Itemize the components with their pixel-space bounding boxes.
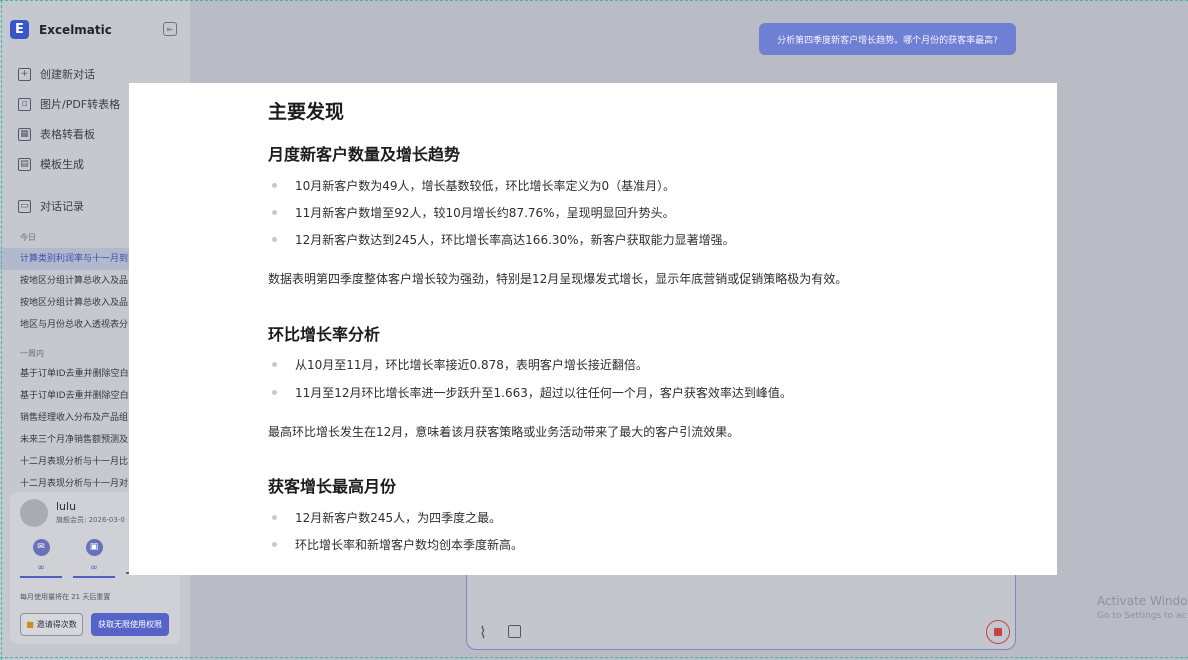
findings-modal: 主要发现 月度新客户数量及增长趋势 10月新客户数为49人，增长基数较低，环比增… [129,83,1057,575]
section-label-today: 今日 [20,233,36,242]
new-chat-button[interactable]: + 创建新对话 [18,59,120,89]
image-icon: ▣ [85,539,103,556]
menu-label: 创建新对话 [40,68,95,81]
section-paragraph: 数据表明第四季度整体客户增长较为强劲，特别是12月呈现爆发式增长，显示年底营销或… [268,272,848,286]
username: lulu [56,500,77,513]
bullet-text: 10月新客户数为49人，增长基数较低，环比增长率定义为0（基准月）。 [295,179,676,193]
invite-button[interactable]: ■ 邀请得次数 [20,613,83,636]
history-list-today: 计算类别利润率与十一月到 按地区分组计算总收入及品 按地区分组计算总收入及品 地… [0,248,130,336]
stop-generation-button[interactable] [986,620,1010,644]
bullet-text: 环比增长率和新增客户数均创本季度新高。 [295,538,524,552]
selection-border [1,0,2,660]
selection-border [0,0,1188,1]
history-item[interactable]: 基于订单ID去重并删除空白 [0,363,130,385]
bullet-dot [272,390,277,395]
sidebar-menu: + 创建新对话 ▫ 图片/PDF转表格 ▦ 表格转看板 ▤ 模板生成 [18,59,120,179]
table-to-dashboard-button[interactable]: ▦ 表格转看板 [18,119,120,149]
section-heading: 月度新客户数量及增长趋势 [268,145,461,164]
bullet-dot [272,183,277,188]
findings-title: 主要发现 [268,101,345,123]
bullet-dot [272,515,277,520]
section-heading: 获客增长最高月份 [268,477,397,496]
quota-bar [73,576,115,578]
selection-border [0,657,1188,658]
watermark-line: Go to Settings to ac [1097,611,1187,621]
bullet-dot [272,542,277,547]
activation-watermark: Activate Windo Go to Settings to ac [1097,594,1188,621]
history-title: ▭ 对话记录 [18,198,84,214]
history-item[interactable]: 按地区分组计算总收入及品 [0,292,130,314]
app-logo-icon: E [10,20,29,39]
finding-bullet: 11月新客户数增至92人，较10月增长约87.76%，呈现明显回升势头。 [268,204,675,221]
finding-bullet: 12月新客户数达到245人，环比增长率高达166.30%，新客户获取能力显著增强… [268,231,735,248]
image-pdf-to-table-button[interactable]: ▫ 图片/PDF转表格 [18,89,120,119]
membership-text: 旗舰会员: 2026-03-0 [56,516,125,524]
finding-bullet: 环比增长率和新增客户数均创本季度新高。 [268,536,523,553]
app-name: Excelmatic [39,22,112,37]
finding-bullet: 从10月至11月，环比增长率接近0.878，表明客户增长接近翻倍。 [268,356,648,373]
history-item[interactable]: 地区与月份总收入透视表分 [0,314,130,336]
finding-bullet: 12月新客户数245人，为四季度之最。 [268,509,501,526]
watermark-line: Activate Windo [1097,594,1188,608]
avatar[interactable] [20,499,48,527]
paperclip-icon[interactable]: ⌇ [479,623,487,642]
history-item[interactable]: 未来三个月净销售额预测及 [0,429,130,451]
quota-bar [20,576,62,578]
section-paragraph: 最高环比增长发生在12月，意味着该月获客策略或业务活动带来了最大的客户引流效果。 [268,425,740,439]
bullet-text: 11月新客户数增至92人，较10月增长约87.76%，呈现明显回升势头。 [295,206,675,220]
bullet-dot [272,362,277,367]
quota-image: ▣ ∞ [73,539,115,578]
bullet-text: 12月新客户数达到245人，环比增长率高达166.30%，新客户获取能力显著增强… [295,233,735,247]
menu-label: 模板生成 [40,158,84,171]
image-icon: ▫ [18,97,31,111]
bullet-text: 11月至12月环比增长率进一步跃升至1.663，超过以往任何一个月，客户获客效率… [295,386,792,400]
invite-label: 邀请得次数 [36,620,77,629]
collapse-sidebar-icon[interactable]: ⇤ [163,22,177,36]
menu-label: 表格转看板 [40,128,95,141]
get-unlimited-button[interactable]: 获取无限使用权限 [91,613,169,636]
history-icon: ▭ [18,199,31,213]
plus-square-icon: + [18,67,31,81]
user-message-bubble: 分析第四季度新客户增长趋势。哪个月份的获客率最高? [759,23,1016,55]
quota-value: ∞ [37,563,45,573]
section-heading: 环比增长率分析 [268,325,381,344]
brand[interactable]: E Excelmatic [10,20,112,39]
dashboard-icon: ▦ [18,127,31,141]
quota-chat: ✉ ∞ [20,539,62,578]
menu-label: 图片/PDF转表格 [40,98,121,111]
renew-text: 每月使用量将在 21 天后重置 [20,593,111,601]
bullet-text: 从10月至11月，环比增长率接近0.878，表明客户增长接近翻倍。 [295,358,648,372]
bullet-dot [272,237,277,242]
stop-icon [994,628,1002,636]
section-label-week: 一周内 [20,349,44,358]
chat-icon: ✉ [32,539,50,556]
history-item[interactable]: 基于订单ID去重并删除空白 [0,385,130,407]
history-list-week: 基于订单ID去重并删除空白 基于订单ID去重并删除空白 销售经理收入分布及产品组… [0,363,130,495]
history-item[interactable]: 按地区分组计算总收入及品 [0,270,130,292]
gift-icon: ■ [26,620,34,629]
bullet-dot [272,210,277,215]
template-icon[interactable] [508,625,521,638]
template-icon: ▤ [18,157,31,171]
template-generate-button[interactable]: ▤ 模板生成 [18,149,120,179]
history-item[interactable]: 十二月表现分析与十一月比 [0,451,130,473]
history-label: 对话记录 [40,200,84,213]
finding-bullet: 11月至12月环比增长率进一步跃升至1.663，超过以往任何一个月，客户获客效率… [268,384,792,401]
bullet-text: 12月新客户数245人，为四季度之最。 [295,511,502,525]
history-item[interactable]: 计算类别利润率与十一月到 [0,248,130,270]
quota-value: ∞ [90,563,98,573]
finding-bullet: 10月新客户数为49人，增长基数较低，环比增长率定义为0（基准月）。 [268,177,675,194]
history-item[interactable]: 销售经理收入分布及产品组 [0,407,130,429]
